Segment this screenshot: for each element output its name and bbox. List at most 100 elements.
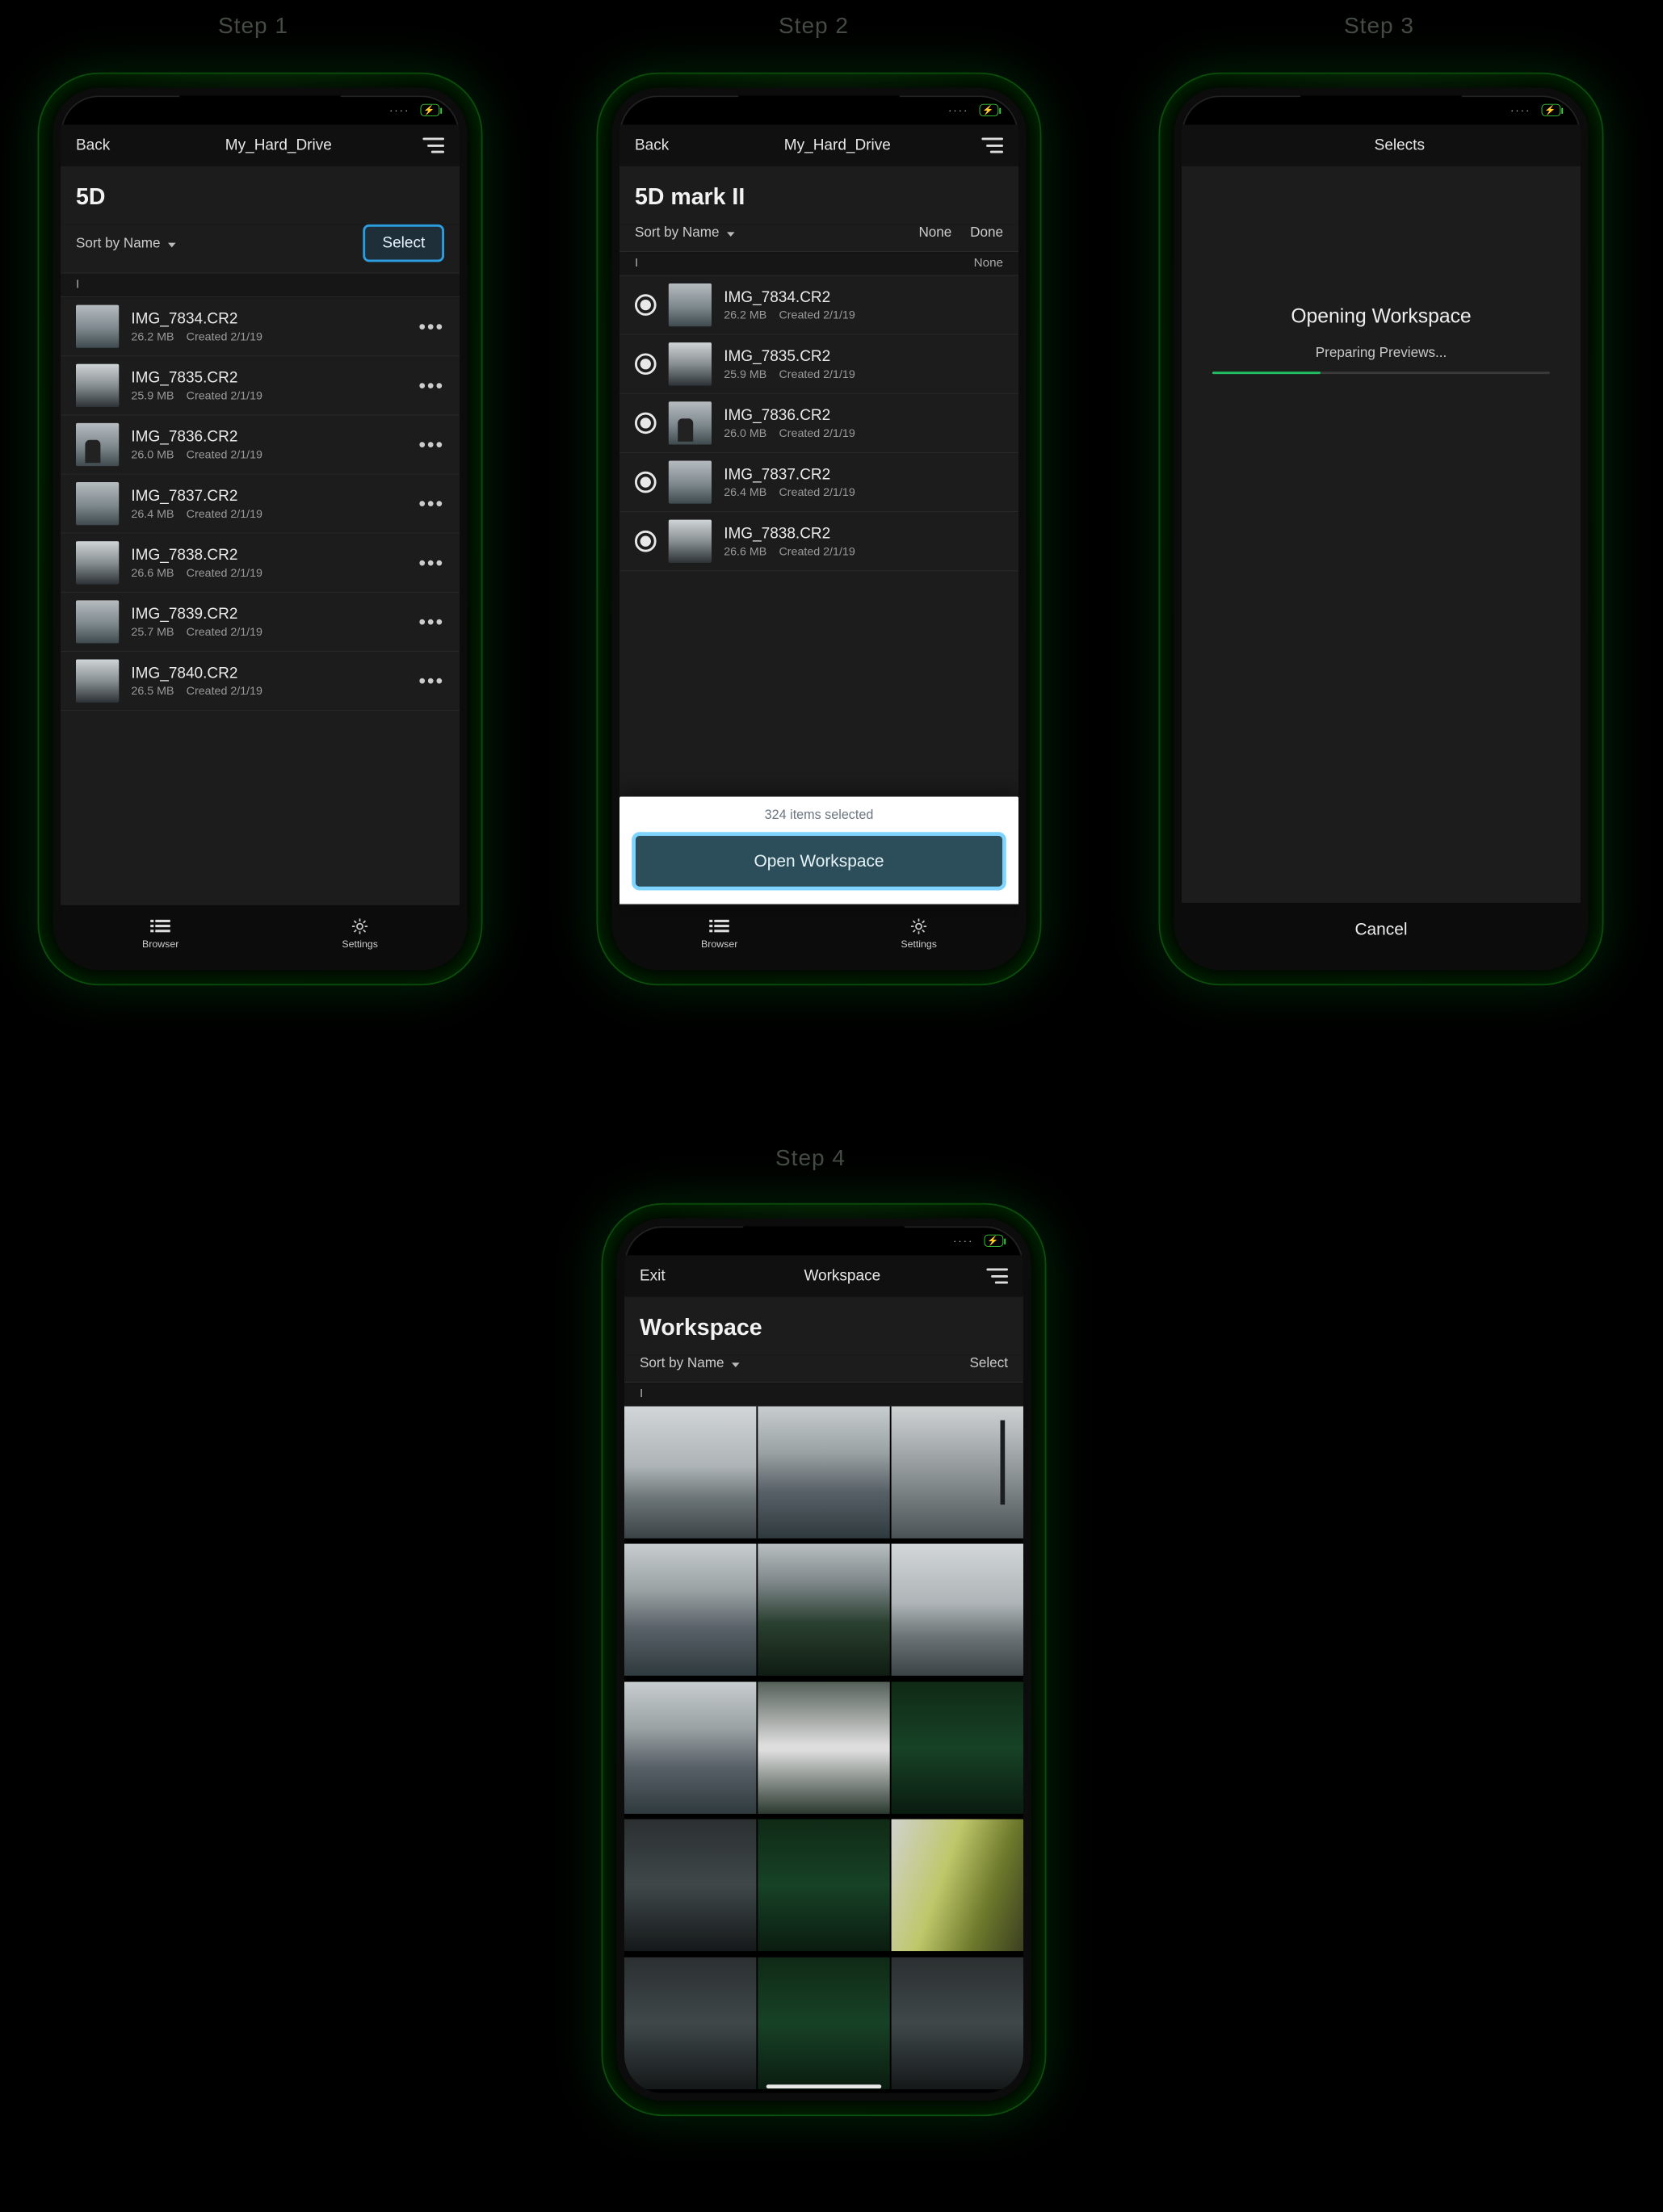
back-button[interactable]: Back — [76, 136, 153, 154]
more-icon[interactable]: ••• — [418, 314, 444, 338]
selection-radio[interactable] — [635, 531, 657, 552]
done-button[interactable]: Done — [970, 225, 1003, 241]
action-sheet: 324 items selected Open Workspace — [619, 797, 1018, 905]
page-title: Workspace — [624, 1297, 1023, 1355]
file-meta: 25.9 MBCreated 2/1/19 — [131, 389, 406, 402]
file-row[interactable]: IMG_7838.CR226.6 MBCreated 2/1/19 ••• — [61, 534, 460, 593]
open-workspace-button[interactable]: Open Workspace — [632, 832, 1006, 890]
phone-screen-4: ⚡ Exit Workspace Workspace Sort by Name … — [617, 1219, 1031, 2101]
chevron-down-icon — [730, 1355, 739, 1371]
thumbnail — [76, 423, 119, 466]
menu-button[interactable] — [964, 138, 1003, 153]
file-size: 26.6 MB — [131, 566, 174, 579]
file-row[interactable]: IMG_7834.CR226.2 MBCreated 2/1/19 — [619, 276, 1018, 335]
gear-icon — [350, 918, 370, 935]
thumbnail — [669, 283, 712, 326]
file-row[interactable]: IMG_7834.CR226.2 MBCreated 2/1/19••• — [61, 297, 460, 356]
select-button[interactable]: Select — [969, 1355, 1008, 1371]
grid-tile[interactable] — [624, 1820, 756, 1951]
tab-label: Settings — [901, 938, 937, 949]
grid-tile[interactable] — [892, 1544, 1023, 1676]
back-button[interactable]: Back — [635, 136, 712, 154]
more-icon[interactable]: ••• — [418, 551, 444, 574]
file-meta: 26.6 MBCreated 2/1/19 — [724, 544, 1003, 557]
file-created: Created 2/1/19 — [187, 684, 262, 697]
file-created: Created 2/1/19 — [779, 367, 855, 380]
grid-tile[interactable] — [624, 1544, 756, 1676]
file-row[interactable]: IMG_7836.CR226.0 MBCreated 2/1/19••• — [61, 415, 460, 474]
file-info: IMG_7835.CR225.9 MBCreated 2/1/19 — [131, 369, 406, 402]
thumbnail-grid[interactable] — [624, 1407, 1023, 2093]
tab-browser[interactable]: Browser — [701, 918, 737, 950]
hamburger-icon — [981, 138, 1003, 153]
cancel-button[interactable]: Cancel — [1182, 902, 1581, 963]
home-indicator[interactable] — [766, 2084, 882, 2088]
select-none-button[interactable]: None — [918, 225, 951, 241]
grid-tile[interactable] — [624, 1681, 756, 1813]
tab-bar: Browser Settings — [619, 905, 1018, 963]
loading-panel: Opening Workspace Preparing Previews... — [1182, 304, 1581, 374]
file-row[interactable]: IMG_7837.CR226.4 MBCreated 2/1/19 — [619, 453, 1018, 512]
tab-browser[interactable]: Browser — [142, 918, 178, 950]
sort-by-button[interactable]: Sort by Name — [640, 1355, 740, 1371]
file-row[interactable]: IMG_7839.CR225.7 MBCreated 2/1/19••• — [61, 593, 460, 652]
progress-bar — [1212, 371, 1550, 374]
file-row[interactable]: IMG_7835.CR225.9 MBCreated 2/1/19 ••• — [61, 356, 460, 415]
grid-tile[interactable] — [892, 1407, 1023, 1538]
grid-tile[interactable] — [758, 1820, 889, 1951]
grid-tile[interactable] — [892, 1820, 1023, 1951]
grid-tile[interactable] — [758, 1681, 889, 1813]
grid-tile[interactable] — [758, 1957, 889, 2088]
selection-radio[interactable] — [635, 472, 657, 493]
thumbnail — [669, 342, 712, 385]
selection-count: 324 items selected — [632, 808, 1006, 823]
file-list[interactable]: IMG_7834.CR226.2 MBCreated 2/1/19•••IMG_… — [61, 297, 460, 904]
file-size: 26.6 MB — [724, 544, 766, 557]
more-icon[interactable]: ••• — [418, 492, 444, 515]
file-size: 26.2 MB — [131, 329, 174, 342]
file-info: IMG_7834.CR226.2 MBCreated 2/1/19 — [724, 288, 1003, 321]
file-created: Created 2/1/19 — [779, 426, 855, 439]
file-created: Created 2/1/19 — [187, 389, 262, 402]
tab-settings[interactable]: Settings — [901, 918, 937, 950]
grid-tile[interactable] — [758, 1544, 889, 1676]
thumbnail — [669, 520, 712, 563]
file-info: IMG_7838.CR226.6 MBCreated 2/1/19 — [131, 546, 406, 579]
file-size: 26.4 MB — [724, 485, 766, 498]
file-created: Created 2/1/19 — [779, 485, 855, 498]
sort-by-button[interactable]: Sort by Name — [76, 235, 176, 251]
tab-settings[interactable]: Settings — [342, 918, 378, 950]
menu-button[interactable] — [968, 1269, 1008, 1284]
nav-bar: Back My_Hard_Drive — [619, 124, 1018, 166]
grid-tile[interactable] — [624, 1957, 756, 2088]
selection-radio[interactable] — [635, 294, 657, 316]
more-icon[interactable]: ••• — [418, 610, 444, 633]
grid-tile[interactable] — [892, 1957, 1023, 2088]
sort-by-button[interactable]: Sort by Name — [635, 225, 735, 241]
select-button[interactable]: Select — [363, 225, 444, 262]
tab-label: Settings — [342, 938, 378, 949]
selection-radio[interactable] — [635, 413, 657, 434]
nav-bar: Back My_Hard_Drive — [61, 124, 460, 166]
file-meta: 26.4 MB Created 2/1/19 — [724, 485, 1003, 498]
tab-label: Browser — [701, 938, 737, 949]
more-icon[interactable]: ••• — [418, 374, 444, 397]
more-icon[interactable]: ••• — [418, 433, 444, 456]
file-meta: 25.7 MBCreated 2/1/19 — [131, 625, 406, 638]
exit-button[interactable]: Exit — [640, 1267, 716, 1285]
signal-icon — [953, 1235, 980, 1247]
grid-tile[interactable] — [892, 1681, 1023, 1813]
grid-tile[interactable] — [624, 1407, 756, 1538]
nav-title: Workspace — [716, 1267, 968, 1285]
grid-tile[interactable] — [758, 1407, 889, 1538]
menu-button[interactable] — [405, 138, 444, 153]
thumbnail — [76, 600, 119, 643]
more-icon[interactable]: ••• — [418, 669, 444, 692]
section-right: None — [974, 257, 1003, 271]
file-row[interactable]: IMG_7838.CR226.6 MBCreated 2/1/19 — [619, 512, 1018, 571]
selection-radio[interactable] — [635, 353, 657, 375]
file-row[interactable]: IMG_7835.CR225.9 MBCreated 2/1/19 — [619, 335, 1018, 394]
file-row[interactable]: IMG_7840.CR226.5 MBCreated 2/1/19••• — [61, 652, 460, 711]
file-row[interactable]: IMG_7837.CR226.4 MBCreated 2/1/19••• — [61, 475, 460, 534]
file-row[interactable]: IMG_7836.CR226.0 MBCreated 2/1/19 — [619, 394, 1018, 453]
